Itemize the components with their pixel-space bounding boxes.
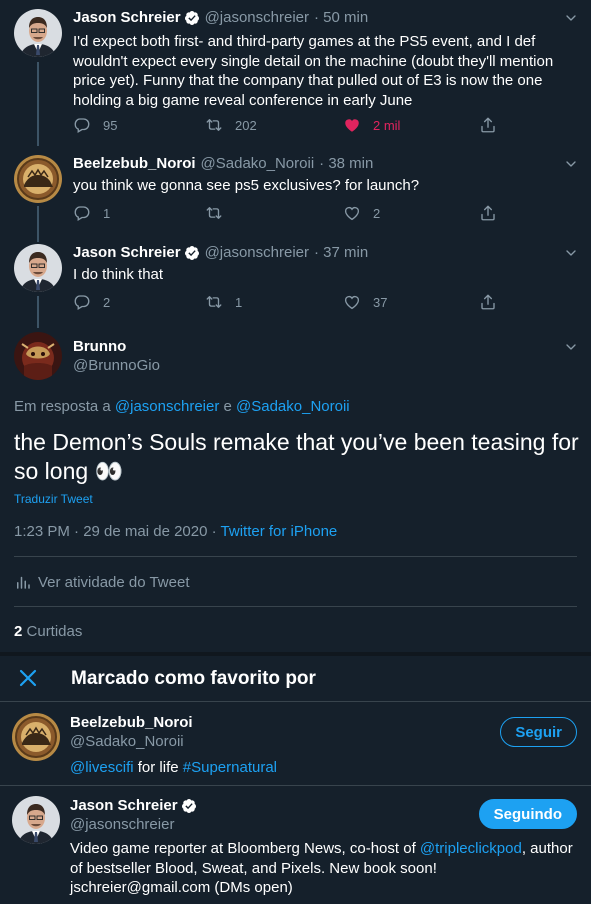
tweet-time[interactable]: · 50 min: [314, 9, 368, 26]
author-name[interactable]: Jason Schreier: [73, 9, 181, 26]
tweet-actions: 2 1 37: [73, 293, 513, 313]
like-button[interactable]: 2: [343, 204, 380, 222]
thread-tweet[interactable]: Jason Schreier @jasonschreier · 37 min I…: [0, 236, 591, 326]
author-handle[interactable]: @jasonschreier: [205, 9, 309, 26]
divider: [14, 556, 577, 557]
heart-icon: [343, 204, 361, 222]
retweet-icon: [205, 293, 223, 311]
likes-count[interactable]: 2 Curtidas: [14, 623, 82, 640]
retweet-button[interactable]: [205, 204, 235, 222]
avatar[interactable]: [14, 332, 62, 380]
main-tweet-text: the Demon’s Souls remake that you’ve bee…: [14, 429, 579, 484]
tweet-text: you think we gonna see ps5 exclusives? f…: [73, 177, 420, 194]
user-name[interactable]: Jason Schreier: [70, 797, 178, 814]
share-icon: [479, 204, 497, 222]
reply-button[interactable]: 95: [73, 116, 117, 134]
reply-icon: [73, 116, 91, 134]
bio-hashtag-link[interactable]: #Supernatural: [183, 759, 277, 776]
share-icon: [479, 116, 497, 134]
like-button[interactable]: 2 mil: [343, 116, 400, 134]
mention-link[interactable]: @jasonschreier: [115, 398, 219, 415]
avatar[interactable]: [14, 244, 62, 292]
retweet-button[interactable]: 202: [205, 116, 257, 134]
share-button[interactable]: [479, 204, 497, 222]
bio-mention-link[interactable]: @livescifi: [70, 759, 134, 776]
verified-badge-icon: [184, 245, 200, 261]
user-handle[interactable]: @Sadako_Noroii: [70, 733, 184, 750]
reply-icon: [73, 293, 91, 311]
mention-link[interactable]: @Sadako_Noroii: [236, 398, 350, 415]
reply-context: Em resposta a @jasonschreier e @Sadako_N…: [14, 398, 350, 415]
heart-icon: [343, 293, 361, 311]
chevron-down-icon[interactable]: [563, 245, 579, 261]
avatar[interactable]: [12, 796, 60, 844]
tweet-text: I do think that: [73, 266, 164, 283]
author-handle[interactable]: @jasonschreier: [205, 244, 309, 261]
tweet-text: I'd expect both first- and third-party g…: [73, 33, 554, 109]
activity-icon: [14, 573, 32, 591]
avatar[interactable]: [14, 155, 62, 203]
retweet-icon: [205, 116, 223, 134]
tweet-actions: 95 202 2 mil: [73, 116, 513, 136]
tweet-source[interactable]: Twitter for iPhone: [221, 523, 338, 540]
verified-badge-icon: [184, 10, 200, 26]
user-card[interactable]: Beelzebub_Noroi @Sadako_Noroii @livescif…: [0, 703, 591, 786]
verified-badge-icon: [181, 798, 197, 814]
author-handle[interactable]: @BrunnoGio: [73, 357, 160, 374]
heart-filled-icon: [343, 116, 361, 134]
author-handle[interactable]: @Sadako_Noroii: [201, 155, 315, 172]
tweet-timestamp[interactable]: 1:23 PM · 29 de mai de 2020 ·: [14, 523, 217, 540]
following-button[interactable]: Seguindo: [478, 799, 577, 829]
user-card[interactable]: Jason Schreier @jasonschreier Video game…: [0, 786, 591, 904]
close-icon[interactable]: [16, 666, 40, 690]
author-name[interactable]: Beelzebub_Noroi: [73, 155, 196, 172]
share-button[interactable]: [479, 293, 497, 311]
user-handle[interactable]: @jasonschreier: [70, 816, 174, 833]
avatar[interactable]: [14, 9, 62, 57]
translate-tweet-link[interactable]: Traduzir Tweet: [14, 492, 93, 506]
reply-button[interactable]: 2: [73, 293, 110, 311]
author-name[interactable]: Jason Schreier: [73, 244, 181, 261]
chevron-down-icon[interactable]: [563, 339, 579, 355]
author-name[interactable]: Brunno: [73, 338, 126, 355]
thread-tweet[interactable]: Jason Schreier @jasonschreier · 50 min I…: [0, 0, 591, 146]
thread-tweet[interactable]: Beelzebub_Noroi @Sadako_Noroii · 38 min …: [0, 146, 591, 236]
share-button[interactable]: [479, 116, 497, 134]
tweet-meta: 1:23 PM · 29 de mai de 2020 · Twitter fo…: [14, 523, 337, 540]
chevron-down-icon[interactable]: [563, 156, 579, 172]
user-name[interactable]: Beelzebub_Noroi: [70, 714, 193, 731]
modal-title: Marcado como favorito por: [71, 668, 316, 689]
retweet-button[interactable]: 1: [205, 293, 242, 311]
reply-icon: [73, 204, 91, 222]
tweet-time[interactable]: · 38 min: [319, 155, 373, 172]
avatar[interactable]: [12, 713, 60, 761]
tweet-activity-link[interactable]: Ver atividade do Tweet: [14, 573, 190, 591]
tweet-actions: 1 2: [73, 204, 513, 224]
retweet-icon: [205, 204, 223, 222]
tweet-time[interactable]: · 37 min: [314, 244, 368, 261]
share-icon: [479, 293, 497, 311]
user-bio: @livescifi for life #Supernatural: [70, 759, 277, 776]
modal-header: Marcado como favorito por: [0, 656, 591, 702]
bio-mention-link[interactable]: @tripleclickpod: [420, 840, 522, 857]
like-button[interactable]: 37: [343, 293, 387, 311]
chevron-down-icon[interactable]: [563, 10, 579, 26]
reply-button[interactable]: 1: [73, 204, 110, 222]
divider: [14, 606, 577, 607]
follow-button[interactable]: Seguir: [500, 717, 577, 747]
user-bio: Video game reporter at Bloomberg News, c…: [70, 840, 573, 896]
